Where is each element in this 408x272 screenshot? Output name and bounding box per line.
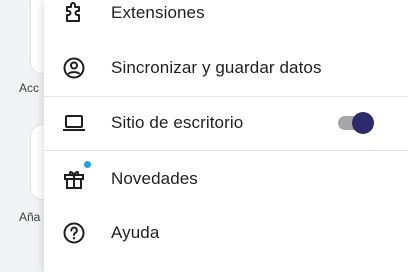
- toggle-thumb: [352, 112, 374, 134]
- menu-item-label: Novedades: [111, 169, 198, 188]
- menu-item-desktop-site[interactable]: Sitio de escritorio: [44, 98, 408, 148]
- help-icon: [62, 221, 86, 245]
- menu-item-sync[interactable]: Sincronizar y guardar datos: [44, 43, 408, 93]
- menu-item-help[interactable]: Ayuda: [44, 208, 408, 258]
- gift-icon: [62, 167, 86, 191]
- puzzle-icon: [62, 1, 86, 25]
- menu-item-label: Extensiones: [111, 3, 205, 22]
- overflow-menu: Extensiones Sincronizar y guardar datos: [44, 0, 408, 272]
- menu-item-extensions[interactable]: Extensiones: [44, 0, 408, 38]
- laptop-icon: [62, 111, 86, 135]
- new-badge-dot: [84, 161, 91, 168]
- menu-item-label: Sitio de escritorio: [111, 113, 244, 132]
- menu-divider: [44, 150, 408, 151]
- menu-divider: [44, 96, 408, 97]
- account-circle-icon: [62, 56, 86, 80]
- screen: Acc Aña Extensiones Sincronizar y guarda…: [0, 0, 408, 272]
- menu-item-label: Ayuda: [111, 223, 160, 242]
- menu-item-label: Sincronizar y guardar datos: [111, 58, 322, 77]
- desktop-site-toggle[interactable]: [338, 111, 374, 135]
- shortcut-label: Acc: [19, 81, 40, 95]
- menu-item-whats-new[interactable]: Novedades: [44, 154, 408, 204]
- shortcut-label: Aña: [19, 210, 41, 224]
